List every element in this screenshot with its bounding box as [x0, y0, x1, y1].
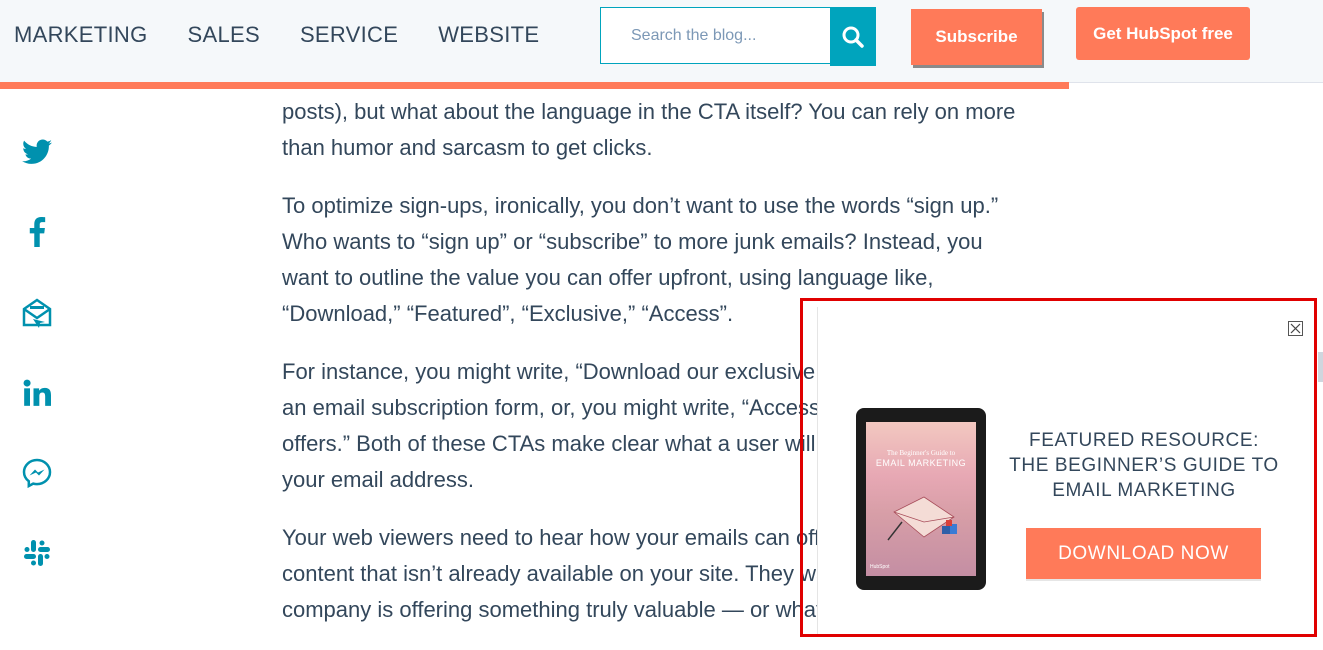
ebook-brand: HubSpot [870, 564, 890, 570]
scrollbar-thumb[interactable] [1318, 352, 1323, 382]
search-box [600, 7, 830, 64]
search-icon [842, 26, 864, 48]
featured-heading-line2: THE BEGINNER’S GUIDE TO [1009, 455, 1279, 476]
twitter-icon[interactable] [20, 135, 54, 169]
nav-item-website[interactable]: WEBSITE [438, 22, 539, 48]
reading-progress-bar [0, 82, 1069, 89]
ebook-cover-title: EMAIL MARKETING [875, 458, 967, 468]
ebook-cover-subtitle: The Beginner's Guide to [886, 449, 956, 457]
email-icon[interactable] [20, 296, 54, 330]
messenger-icon[interactable] [20, 456, 54, 490]
featured-heading-line3: EMAIL MARKETING [1052, 480, 1236, 501]
linkedin-icon[interactable] [20, 376, 54, 410]
slack-icon[interactable] [20, 536, 54, 570]
facebook-icon[interactable] [20, 215, 54, 249]
ebook-cover: The Beginner's Guide to EMAIL MARKETING … [866, 422, 976, 576]
search-button[interactable] [830, 7, 876, 66]
search-input[interactable] [629, 25, 813, 46]
site-header: MARKETING SALES SERVICE WEBSITE Subscrib… [0, 0, 1323, 83]
article-paragraph: posts), but what about the language in t… [282, 99, 1016, 160]
subscribe-button[interactable]: Subscribe [911, 9, 1042, 65]
featured-resource-heading: FEATURED RESOURCE: THE BEGINNER’S GUIDE … [1006, 428, 1282, 503]
download-now-button[interactable]: DOWNLOAD NOW [1026, 528, 1261, 579]
nav-item-service[interactable]: SERVICE [300, 22, 398, 48]
nav-item-marketing[interactable]: MARKETING [14, 22, 148, 48]
featured-heading-line1: FEATURED RESOURCE: [1028, 430, 1260, 451]
main-nav: MARKETING SALES SERVICE WEBSITE [14, 22, 579, 48]
close-icon [1290, 323, 1301, 334]
envelope-illustration-icon [887, 496, 957, 541]
nav-item-sales[interactable]: SALES [188, 22, 260, 48]
get-hubspot-free-button[interactable]: Get HubSpot free [1076, 7, 1250, 60]
popup-close-button[interactable] [1288, 321, 1303, 336]
